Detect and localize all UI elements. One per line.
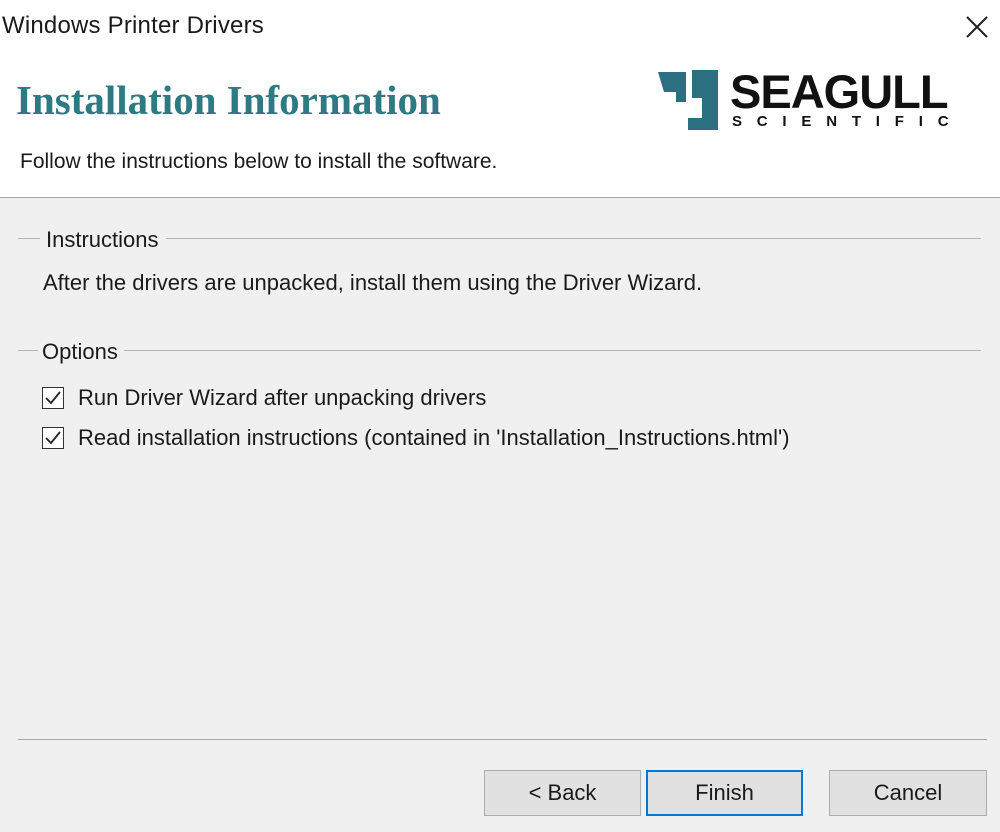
finish-button[interactable]: Finish	[646, 770, 803, 816]
options-group-label: Options	[38, 339, 122, 365]
seagull-logo: SEAGULL SCIENTIFIC	[656, 65, 998, 134]
read-instructions-checkbox[interactable]	[42, 427, 64, 449]
read-instructions-label[interactable]: Read installation instructions (containe…	[78, 425, 790, 451]
cancel-button[interactable]: Cancel	[829, 770, 987, 816]
checkmark-icon	[45, 431, 61, 445]
title-bar: Windows Printer Drivers	[0, 0, 1000, 56]
checkmark-icon	[45, 391, 61, 405]
close-button[interactable]	[954, 0, 1000, 54]
option-run-driver-wizard[interactable]: Run Driver Wizard after unpacking driver…	[42, 385, 486, 411]
instructions-text: After the drivers are unpacked, install …	[43, 270, 703, 295]
footer-divider	[18, 739, 987, 740]
options-divider-right	[124, 350, 981, 351]
instructions-group-label: Instructions	[42, 227, 163, 253]
page-title: Installation Information	[16, 77, 441, 123]
window-title: Windows Printer Drivers	[2, 12, 264, 39]
instructions-divider-left	[18, 238, 40, 239]
logo-subtext: SCIENTIFIC	[732, 113, 964, 130]
run-driver-wizard-label[interactable]: Run Driver Wizard after unpacking driver…	[78, 385, 486, 411]
instructions-divider-right	[166, 238, 981, 239]
run-driver-wizard-checkbox[interactable]	[42, 387, 64, 409]
header-banner: Installation Information Follow the inst…	[0, 56, 1000, 198]
page-subtitle: Follow the instructions below to install…	[20, 150, 498, 173]
back-button[interactable]: < Back	[484, 770, 641, 816]
close-icon	[966, 16, 988, 38]
seagull-logo-icon	[658, 70, 718, 130]
logo-wordmark: SEAGULL	[730, 65, 949, 118]
options-divider-left	[18, 350, 40, 351]
option-read-instructions[interactable]: Read installation instructions (containe…	[42, 425, 790, 451]
